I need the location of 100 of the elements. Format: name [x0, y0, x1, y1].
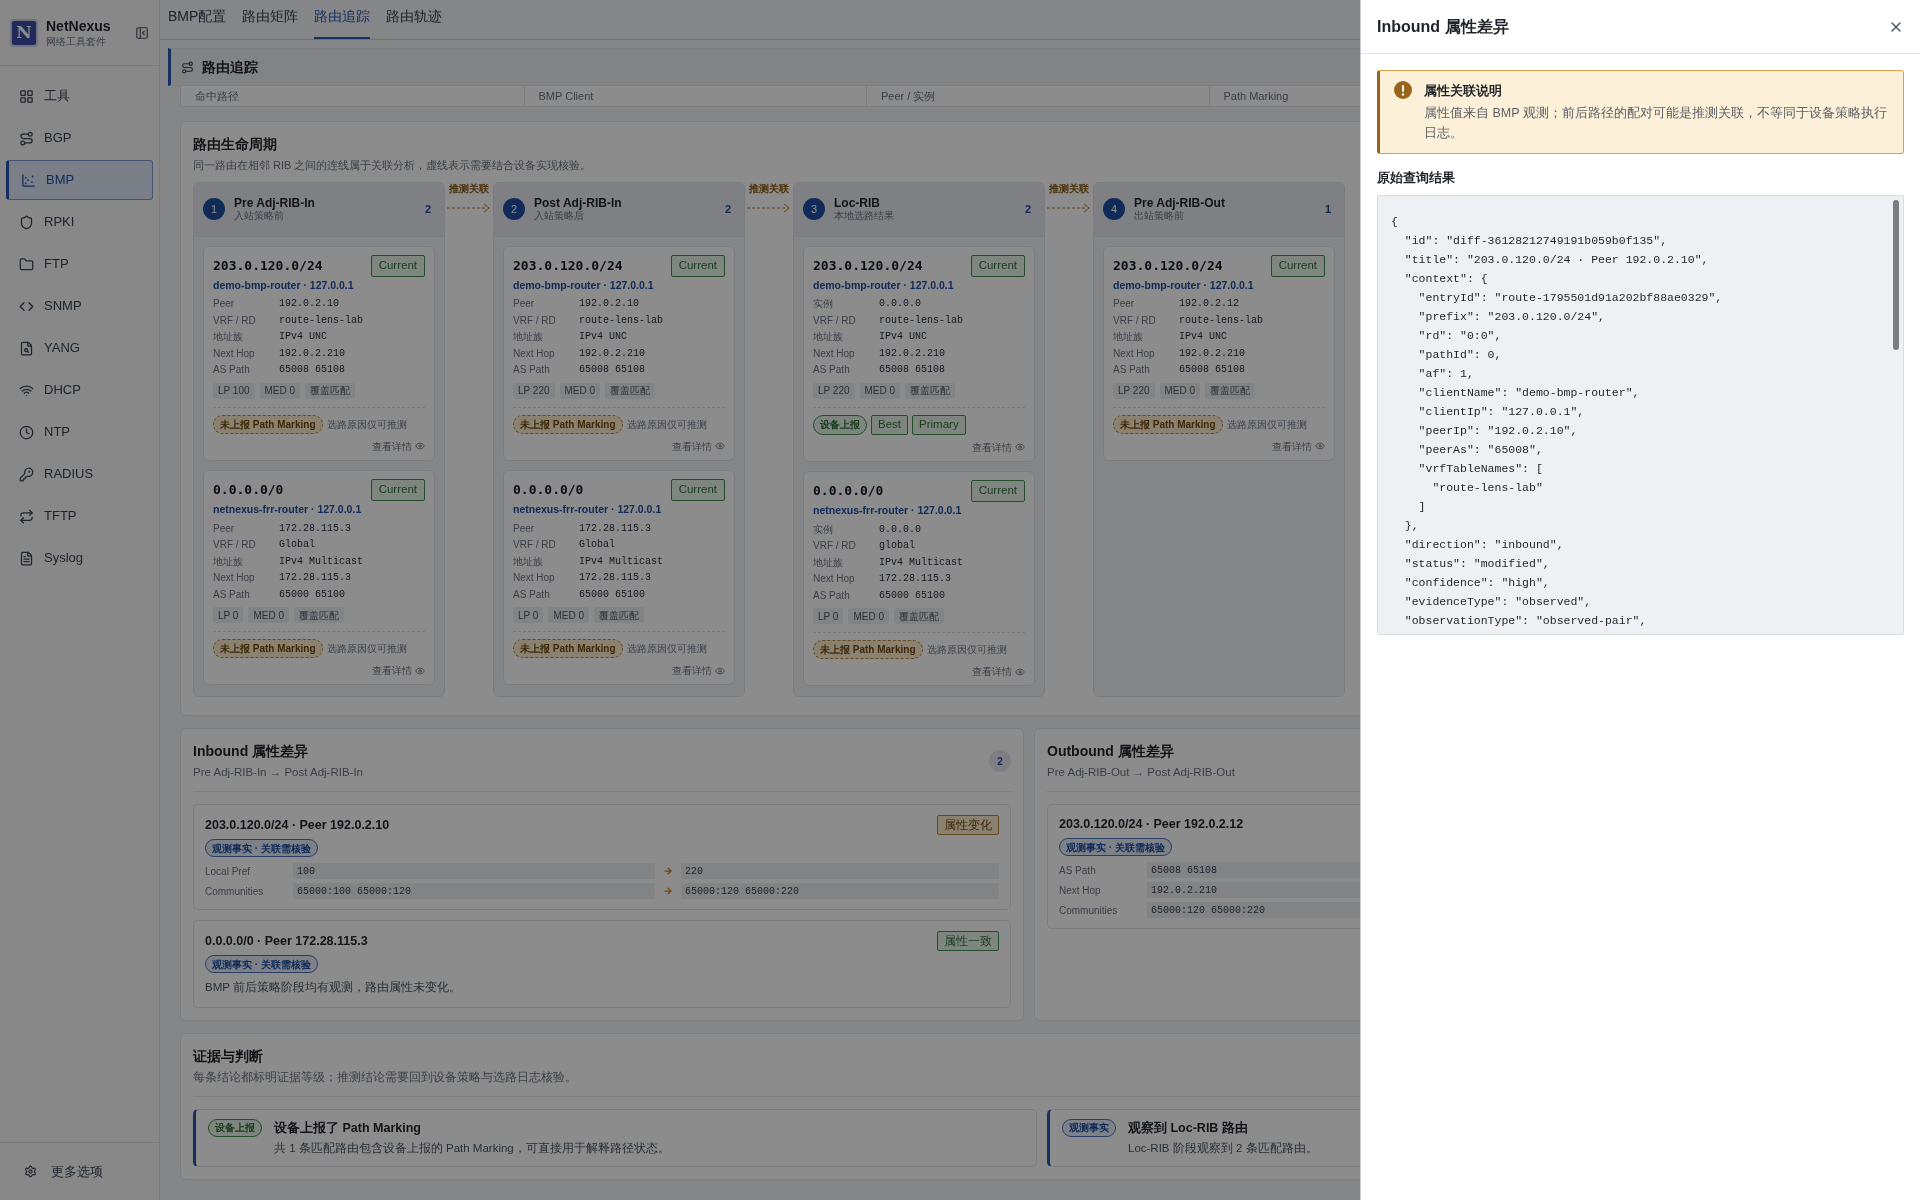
marking-note: 选路原因仅可推测	[326, 642, 407, 656]
diff-subtitle: Pre Adj-RIB-Out → Post Adj-RIB-Out	[1047, 765, 1235, 780]
route-tag: MED 0	[559, 382, 601, 399]
scrollbar[interactable]	[1893, 200, 1899, 350]
sidebar-item[interactable]: BGP	[6, 118, 153, 158]
route-prefix: 203.0.120.0/24	[813, 256, 923, 275]
field-label: Peer	[513, 521, 536, 536]
route-tag: 覆盖匹配	[593, 607, 644, 623]
collapse-sidebar-icon[interactable]	[135, 25, 149, 40]
field-label: Next Hop	[213, 346, 256, 361]
field-label: AS Path	[513, 587, 551, 602]
view-details-link[interactable]: 查看详情	[372, 663, 425, 678]
column-header: BMP Client	[523, 86, 866, 106]
sidebar-item[interactable]: 工具	[6, 76, 153, 116]
arrow-icon	[663, 886, 673, 897]
alert-title: 属性关联说明	[1424, 82, 1503, 100]
field-label: Next Hop	[213, 571, 256, 585]
client-link[interactable]: demo-bmp-router · 127.0.0.1	[813, 277, 1025, 294]
route-tag: LP 220	[513, 382, 555, 399]
diff-status-badge: 属性变化	[937, 815, 999, 836]
route-tag: MED 0	[259, 382, 301, 399]
sidebar-item[interactable]: BMP	[6, 160, 153, 200]
tab[interactable]: BMP配置	[168, 6, 227, 39]
status-badge: Current	[370, 254, 425, 277]
column-header: Peer / 实例	[866, 86, 1209, 106]
field-value: 192.0.2.10	[579, 297, 640, 312]
field-label: Next Hop	[813, 572, 856, 586]
client-link[interactable]: demo-bmp-router · 127.0.0.1	[213, 277, 425, 294]
route-tag: 覆盖匹配	[905, 382, 956, 399]
attribute-label: AS Path	[1059, 863, 1097, 878]
client-link[interactable]: demo-bmp-router · 127.0.0.1	[1113, 277, 1325, 294]
client-link[interactable]: netnexus-frr-router · 127.0.0.1	[813, 502, 1025, 519]
route-tag: LP 100	[213, 382, 255, 399]
sidebar-item[interactable]: DHCP	[6, 370, 153, 410]
stage-count: 2	[424, 201, 432, 217]
field-label: Next Hop	[513, 571, 556, 585]
stage-name: Post Adj-RIB-In	[534, 196, 623, 210]
sidebar-item[interactable]: FTP	[6, 244, 153, 284]
sidebar-item[interactable]: RADIUS	[6, 454, 153, 494]
stage-number: 2	[503, 198, 525, 220]
diff-note: BMP 前后策略阶段均有观测，路由属性未变化。	[205, 980, 462, 996]
view-details-link[interactable]: 查看详情	[372, 438, 425, 454]
sidebar-item[interactable]: TFTP	[6, 496, 153, 536]
sidebar-item[interactable]: NTP	[6, 412, 153, 452]
more-options-button[interactable]: 更多选项	[0, 1142, 159, 1200]
raw-result-title: 原始查询结果	[1377, 168, 1456, 187]
attribute-label: Local Pref	[205, 864, 252, 879]
before-value: 192.0.2.210	[1147, 882, 1360, 898]
view-details-link[interactable]: 查看详情	[972, 439, 1025, 455]
view-details-link[interactable]: 查看详情	[672, 438, 725, 454]
folder-icon	[19, 256, 34, 272]
app-name: NetNexus	[46, 17, 112, 35]
tab[interactable]: 路由追踪	[314, 6, 371, 39]
field-label: Peer	[513, 297, 536, 312]
view-details-link[interactable]: 查看详情	[1272, 438, 1325, 454]
route-prefix: 203.0.120.0/24	[1113, 256, 1223, 275]
evidence-title: 设备上报了 Path Marking	[274, 1119, 422, 1137]
field-value: 192.0.2.12	[1179, 297, 1240, 312]
diff-title: Outbound 属性差异	[1047, 742, 1175, 761]
path-marking-badge: 未上报 Path Marking	[213, 639, 323, 658]
diff-status-badge: 属性一致	[937, 931, 999, 952]
path-marking-badge: 未上报 Path Marking	[213, 414, 323, 434]
tab[interactable]: 路由矩阵	[242, 6, 299, 39]
field-label: Next Hop	[513, 346, 556, 361]
before-value: 100	[293, 863, 655, 880]
section-subtitle: 每条结论都标明证据等级；推测结论需要回到设备策略与选路日志核验。	[193, 1069, 578, 1085]
marking-note: 选路原因仅可推测	[326, 417, 407, 432]
stage-name: Loc-RIB	[834, 196, 881, 210]
status-badge: Current	[970, 479, 1025, 502]
field-value: 172.28.115.3	[279, 571, 352, 585]
tab[interactable]: 路由轨迹	[386, 6, 443, 39]
dashed-arrow	[447, 202, 491, 213]
field-value: IPv4 UNC	[879, 330, 928, 345]
sidebar-item[interactable]: SNMP	[6, 286, 153, 326]
client-link[interactable]: netnexus-frr-router · 127.0.0.1	[513, 501, 725, 518]
field-value: route-lens-lab	[579, 313, 664, 328]
backdrop-overlay[interactable]	[0, 0, 1360, 1200]
sidebar-item[interactable]: YANG	[6, 328, 153, 368]
evidence-text: Loc-RIB 阶段观察到 2 条匹配路由。	[1128, 1140, 1318, 1156]
route-tag: LP 220	[813, 382, 855, 399]
app-logo: N	[10, 18, 38, 47]
stage-count: 1	[1324, 201, 1332, 217]
field-label: VRF / RD	[1113, 313, 1157, 328]
field-label: 地址族	[213, 330, 244, 345]
field-value: 192.0.2.10	[279, 297, 340, 312]
sidebar-item[interactable]: Syslog	[6, 538, 153, 578]
view-details-link[interactable]: 查看详情	[672, 663, 725, 678]
field-value: 192.0.2.210	[1179, 346, 1246, 361]
sidebar-item[interactable]: RPKI	[6, 202, 153, 242]
field-label: 地址族	[813, 555, 844, 570]
field-value: 192.0.2.210	[879, 346, 946, 361]
client-link[interactable]: netnexus-frr-router · 127.0.0.1	[213, 501, 425, 518]
view-details-link[interactable]: 查看详情	[972, 664, 1025, 679]
field-label: VRF / RD	[813, 313, 857, 328]
field-label: VRF / RD	[813, 539, 857, 553]
alert-text: 属性值来自 BMP 观测；前后路径的配对可能是推测关联，不等同于设备策略执行日志。	[1424, 104, 1888, 142]
field-label: 地址族	[1113, 330, 1144, 345]
after-value: 65000:120 65000:220	[681, 883, 999, 900]
client-link[interactable]: demo-bmp-router · 127.0.0.1	[513, 277, 725, 294]
field-label: 地址族	[813, 330, 844, 345]
